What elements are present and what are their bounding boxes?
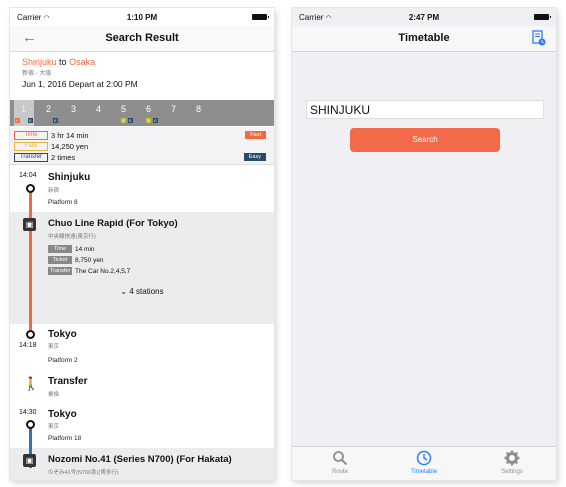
station-name[interactable]: Shinjuku	[48, 172, 90, 183]
station-search-input[interactable]: SHINJUKU	[306, 100, 544, 119]
transfer-value: 2 times	[51, 152, 76, 162]
station-kanji: 東京	[48, 344, 60, 350]
route-tab-1[interactable]: 1	[21, 104, 26, 114]
info-transfer-row: Transfer 2 times	[14, 152, 75, 162]
route-tab-2[interactable]: 2	[46, 104, 51, 114]
tab-route[interactable]: Route	[310, 450, 370, 475]
platform-label: Platform 8	[48, 199, 78, 206]
easy-badge: Easy	[243, 153, 266, 161]
bottom-tab-bar: Route Timetable Settings	[292, 446, 556, 480]
station-ring-icon	[26, 330, 35, 339]
timetable-icon[interactable]	[532, 30, 546, 46]
station-name[interactable]: Tokyo	[48, 329, 77, 340]
easy-mark-icon: E	[28, 118, 33, 123]
search-icon	[333, 451, 348, 466]
station-kanji: 新宿	[48, 188, 60, 194]
clock-icon	[416, 450, 432, 466]
station-ring-icon	[26, 184, 35, 193]
navigation-bar: Timetable	[292, 26, 556, 52]
train-name[interactable]: Nozomi No.41 (Series N700) (For Hakata)	[48, 454, 232, 465]
transfer-kanji: 乗換	[48, 392, 60, 398]
route-timeline: 14:04 Shinjuku 新宿 Platform 8 ▣ Chuo Line…	[10, 166, 274, 480]
station-name[interactable]: Tokyo	[48, 409, 77, 420]
fare-mark-icon: Y	[146, 118, 151, 123]
tab-settings[interactable]: Settings	[482, 450, 542, 475]
departure-time: 14:04	[19, 172, 37, 179]
orange-line-segment	[29, 192, 32, 330]
gear-icon	[504, 450, 520, 466]
stations-toggle[interactable]: ⌄ 4 stations	[10, 287, 274, 296]
clock-time: 2:47 PM	[408, 13, 440, 22]
route-summary: Shinjuku to Osaka 新宿 - 大阪 Jun 1, 2016 De…	[10, 53, 274, 99]
transfer-label: Transfer	[48, 376, 88, 387]
info-time-row: Time 3 hr 14 min	[14, 130, 89, 140]
ticket-tag: Ticket	[48, 256, 72, 264]
tab-route-label: Route	[331, 469, 348, 475]
info-fare-row: Fare 14,250 yen	[14, 141, 88, 151]
route-tab-4[interactable]: 4	[96, 104, 101, 114]
tab-timetable[interactable]: Timetable	[394, 450, 454, 475]
page-title: Timetable	[398, 32, 450, 44]
clock-time: 1:10 PM	[126, 13, 158, 22]
status-bar: Carrier ◠ 1:10 PM	[10, 8, 274, 26]
route-tab-7[interactable]: 7	[171, 104, 176, 114]
train-icon: ▣	[23, 218, 36, 231]
status-bar: Carrier ◠ 2:47 PM	[292, 8, 556, 26]
platform-label: Platform 2	[48, 357, 78, 364]
train-name[interactable]: Chuo Line Rapid (For Tokyo)	[48, 218, 178, 229]
route-options-tabs: 1 2 3 4 5 6 7 8 F E E Y E Y E	[10, 100, 274, 126]
route-kanji: 新宿 - 大阪	[22, 71, 52, 77]
easy-mark-icon: E	[153, 118, 158, 123]
stations-count: 4 stations	[129, 287, 164, 296]
origin-station[interactable]: Shinjuku	[22, 57, 57, 67]
easy-mark-icon: E	[53, 118, 58, 123]
page-title: Search Result	[105, 32, 179, 44]
battery-icon	[534, 14, 551, 20]
time-tag: Time	[14, 130, 48, 140]
tab-timetable-label: Timetable	[410, 469, 438, 475]
destination-station[interactable]: Osaka	[69, 57, 95, 67]
route-tab-5[interactable]: 5	[121, 104, 126, 114]
car-numbers: The Car No.2,4,5,7	[75, 267, 131, 275]
transfer-tag: Transfer	[14, 152, 48, 162]
train-ticket-row: Ticket 8,750 yen	[48, 256, 104, 264]
route-line: Shinjuku to Osaka	[22, 57, 262, 67]
fare-tag: Fare	[14, 141, 48, 151]
battery-icon	[252, 14, 269, 20]
train-time-value: 14 min	[75, 245, 95, 253]
train-kanji: のぞみ41号(N700系)(博多行)	[48, 470, 119, 476]
transfer-tag: Transfer	[48, 267, 72, 275]
walk-icon: 🚶	[23, 376, 40, 391]
time-tag: Time	[48, 245, 72, 253]
train-kanji: 中央線快速(東京行)	[48, 234, 96, 240]
fare-value: 14,250 yen	[51, 141, 89, 151]
platform-label: Platform 18	[48, 435, 82, 442]
arrival-time: 14:18	[19, 342, 37, 349]
navigation-bar: ← Search Result	[10, 26, 274, 52]
departure-time: 14:30	[19, 409, 37, 416]
easy-mark-icon: E	[128, 118, 133, 123]
fast-mark-icon: F	[15, 118, 20, 123]
ticket-value: 8,750 yen	[75, 256, 104, 264]
search-result-screen: Carrier ◠ 1:10 PM ← Search Result Shinjuk…	[10, 8, 274, 480]
search-button[interactable]: Search	[350, 128, 500, 152]
timetable-screen: Carrier ◠ 2:47 PM Timetable SHINJUKU Sear…	[292, 8, 556, 480]
train-icon: ▣	[23, 454, 36, 467]
route-tab-8[interactable]: 8	[196, 104, 201, 114]
fast-badge: Fast	[245, 131, 266, 139]
route-connector: to	[59, 57, 67, 67]
fare-mark-icon: Y	[121, 118, 126, 123]
time-value: 3 hr 14 min	[51, 130, 89, 140]
route-tab-3[interactable]: 3	[71, 104, 76, 114]
route-tab-6[interactable]: 6	[146, 104, 151, 114]
station-ring-icon	[26, 420, 35, 429]
station-kanji: 東京	[48, 424, 60, 430]
route-info-panel: Time 3 hr 14 min Fare 14,250 yen Transfe…	[10, 127, 274, 165]
chevron-down-icon: ⌄	[120, 287, 128, 296]
tab-settings-label: Settings	[501, 469, 523, 475]
departure-datetime: Jun 1, 2016 Depart at 2:00 PM	[22, 79, 138, 89]
train-transfer-row: Transfer The Car No.2,4,5,7	[48, 267, 130, 275]
train-time-row: Time 14 min	[48, 245, 95, 253]
